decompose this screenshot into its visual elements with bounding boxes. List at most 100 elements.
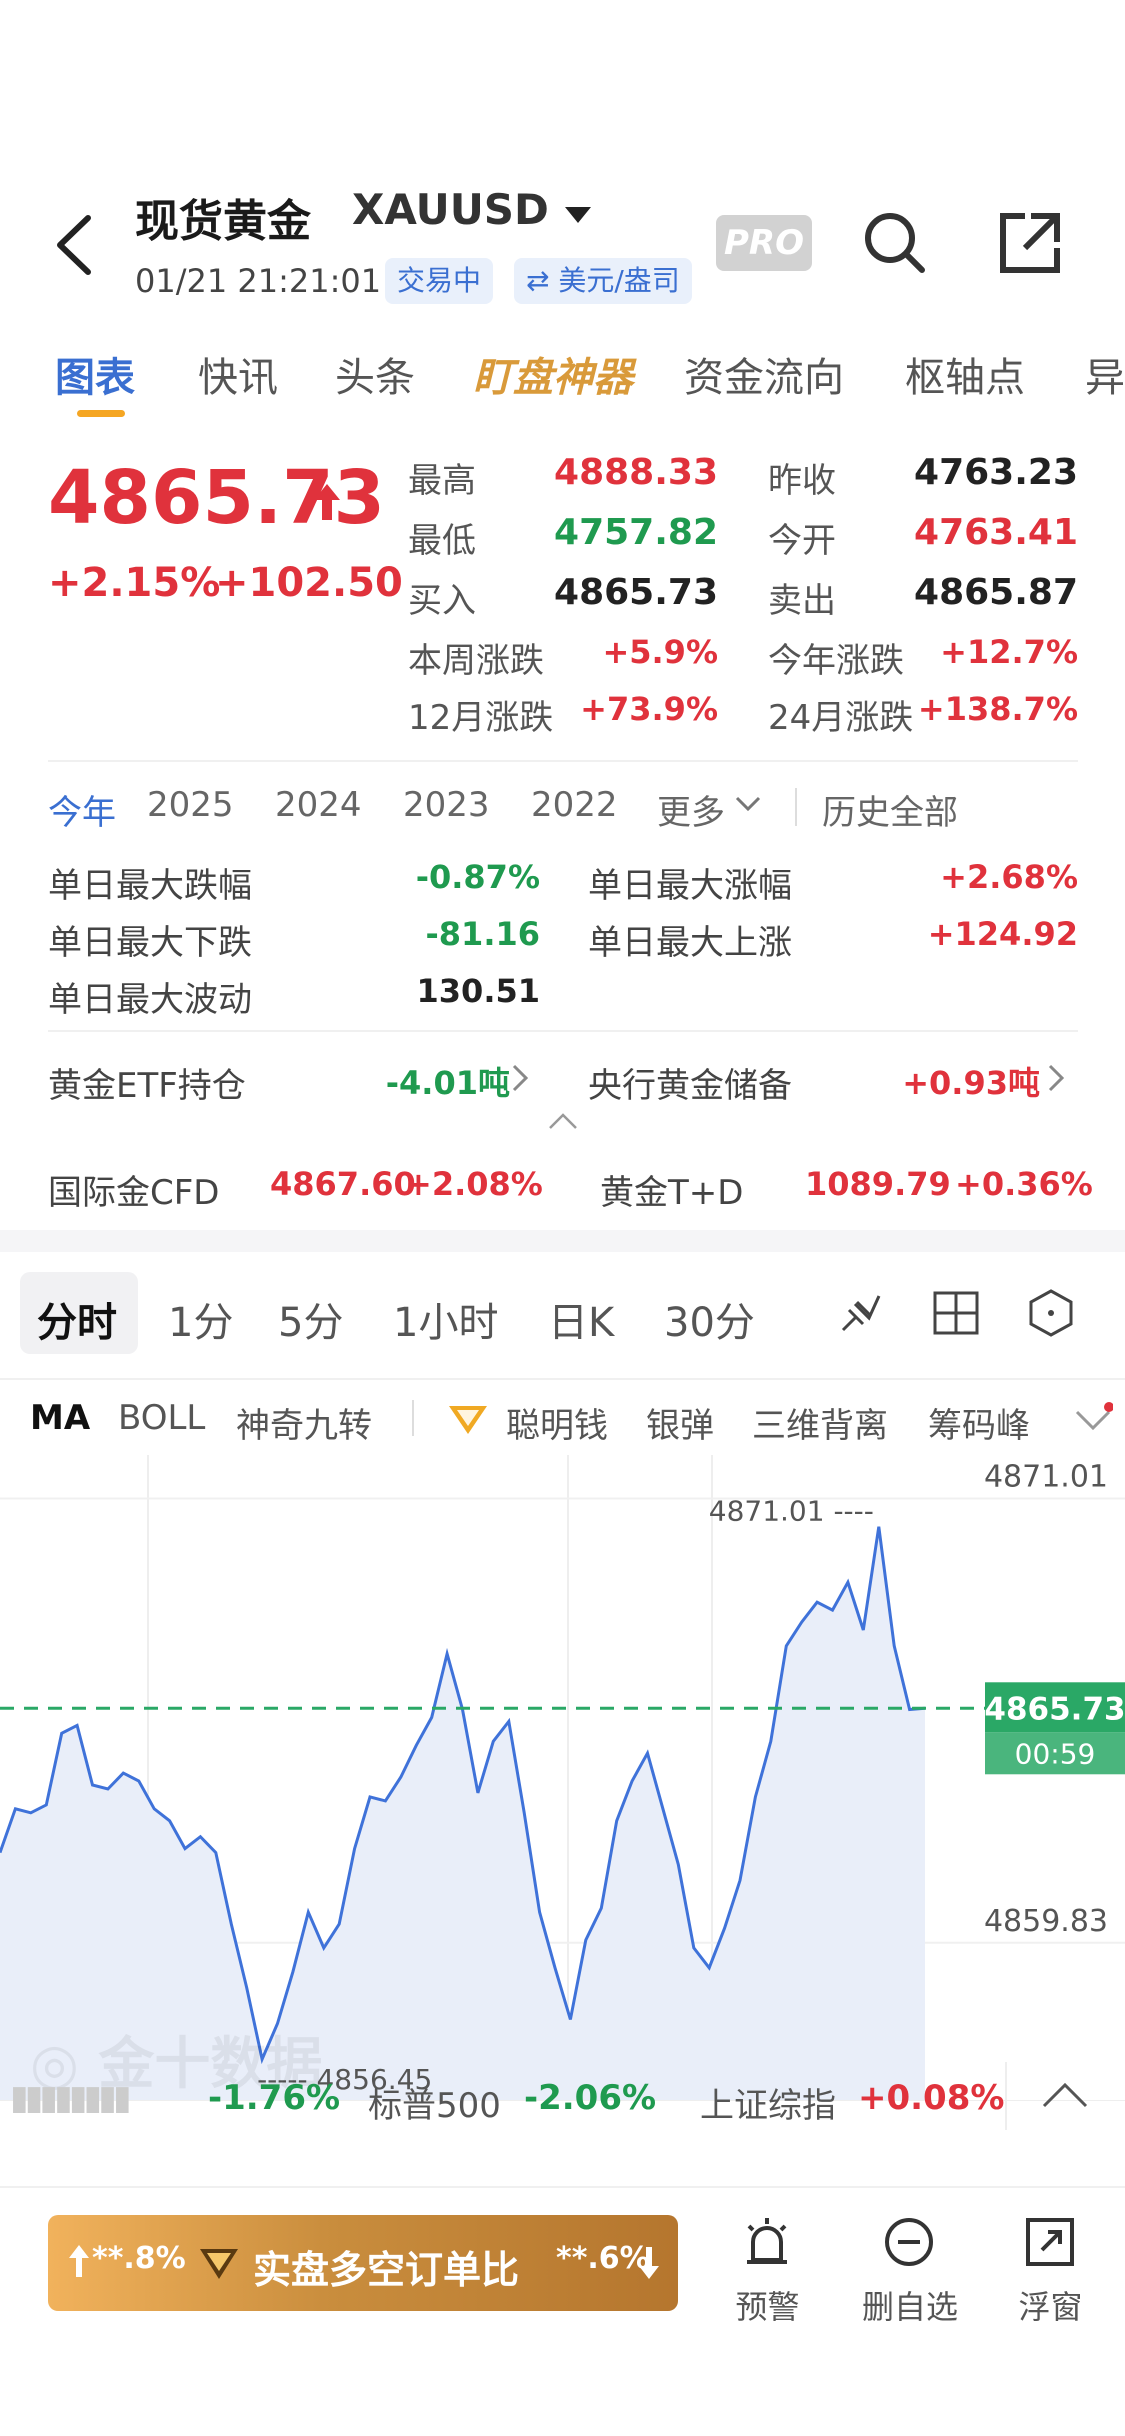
quote-datetime: 01/21 21:21:01	[135, 262, 382, 300]
week-change-value: +5.9%	[602, 633, 718, 671]
ticker-c-percent[interactable]: +0.08%	[858, 2078, 1004, 2118]
chart-tab-30min[interactable]: 30分	[664, 1290, 755, 1348]
price-area-fill	[0, 1526, 925, 2100]
alert-label[interactable]: 预警	[720, 2282, 815, 2328]
diamond-icon	[449, 1406, 487, 1434]
pro-badge[interactable]: PRO	[716, 215, 812, 271]
prev-close-label: 昨收	[768, 461, 836, 501]
max-drop-value: -81.16	[425, 915, 541, 953]
chart-tab-intraday[interactable]: 分时	[37, 1290, 117, 1348]
tab-chart[interactable]: 图表	[55, 345, 135, 403]
high-value: 4888.33	[554, 452, 718, 493]
last-price-label: 4865.73	[984, 1691, 1125, 1727]
down-arrow-icon	[639, 2247, 659, 2279]
y-tick-label: 4859.83	[984, 1904, 1108, 1939]
indicator-smart-money[interactable]: 聪明钱	[506, 1398, 608, 1447]
max-volatility-value: 130.51	[416, 972, 540, 1010]
td-label: 黄金T+D	[600, 1173, 744, 1213]
cb-reserve-value[interactable]: +0.93吨	[840, 1058, 1040, 1104]
chevron-down-icon[interactable]	[1073, 1402, 1113, 1438]
chevron-down-icon[interactable]	[735, 796, 761, 812]
ticker-b-percent[interactable]: -2.06%	[524, 2078, 656, 2118]
chevron-right-icon[interactable]	[512, 1064, 528, 1092]
divider	[795, 788, 797, 826]
search-icon[interactable]	[860, 208, 930, 278]
divider	[0, 2186, 1125, 2188]
change-percent: +2.15%	[48, 560, 221, 606]
low-label: 最低	[408, 521, 476, 561]
12m-change-value: +73.9%	[580, 690, 718, 728]
share-icon[interactable]	[995, 208, 1065, 278]
page-title: 现货黄金	[135, 196, 311, 247]
period-this-year[interactable]: 今年	[48, 785, 116, 834]
period-2024[interactable]: 2024	[275, 785, 362, 825]
ticker-a-label[interactable]: ▮▮▮▮▮▮▮▮	[10, 2078, 132, 2118]
ticker-b-label[interactable]: 标普500	[368, 2078, 501, 2127]
unit-switch-badge[interactable]: ⇄ 美元/盎司	[514, 258, 692, 304]
max-rise-pct-value: +2.68%	[940, 858, 1078, 896]
period-all-history[interactable]: 历史全部	[822, 785, 958, 834]
collapse-chevron-icon[interactable]	[548, 1112, 578, 1130]
tab-fund-flow[interactable]: 资金流向	[684, 345, 844, 403]
draw-tool-icon[interactable]	[835, 1288, 885, 1338]
etf-holding-value[interactable]: -4.01吨	[300, 1058, 510, 1104]
chart-tab-1min[interactable]: 1分	[168, 1290, 233, 1348]
max-price-marker: 4871.01 ----	[709, 1495, 874, 1528]
short-ratio: **.6%	[556, 2241, 650, 2276]
settings-hexagon-icon[interactable]	[1028, 1288, 1074, 1338]
chevron-up-icon[interactable]	[1040, 2080, 1090, 2110]
open-value: 4763.41	[914, 512, 1078, 553]
cfd-price: 4867.60	[270, 1165, 416, 1203]
float-window-label[interactable]: 浮窗	[1003, 2282, 1098, 2328]
ticker-c-label[interactable]: 上证综指	[700, 2078, 836, 2127]
tab-headlines[interactable]: 头条	[335, 345, 415, 403]
indicator-ma[interactable]: MA	[30, 1398, 90, 1438]
ytd-change-label: 今年涨跌	[768, 641, 904, 681]
tab-more[interactable]: 异	[1085, 345, 1125, 403]
indicator-boll[interactable]: BOLL	[118, 1398, 205, 1438]
tab-news-flash[interactable]: 快讯	[198, 345, 278, 403]
remove-watchlist-label[interactable]: 删自选	[855, 2282, 965, 2328]
indicator-3d-divergence[interactable]: 三维背离	[752, 1398, 888, 1447]
long-short-ratio-banner[interactable]: **.8% 实盘多空订单比 **.6%	[48, 2215, 678, 2311]
ticker-a-percent[interactable]: -1.76%	[208, 2078, 340, 2118]
change-value: +102.50	[215, 560, 403, 606]
tab-active-indicator	[77, 410, 125, 417]
indicator-chip-peak[interactable]: 筹码峰	[928, 1398, 1030, 1447]
divider	[412, 1400, 414, 1436]
bid-value: 4865.73	[554, 572, 718, 613]
symbol-selector[interactable]: XAUUSD	[352, 185, 549, 234]
period-2023[interactable]: 2023	[403, 785, 490, 825]
indicator-magic-nine[interactable]: 神奇九转	[236, 1398, 372, 1447]
status-badge: 交易中	[385, 258, 494, 304]
intraday-price-chart[interactable]: 4871.014859.834871.01 --------- 4856.454…	[0, 1455, 1125, 2100]
section-gap	[0, 1230, 1125, 1252]
banner-title: 实盘多空订单比	[253, 2248, 520, 2292]
ask-label: 卖出	[768, 581, 836, 621]
chart-tab-5min[interactable]: 5分	[278, 1290, 343, 1348]
tab-monitor-tool[interactable]: 盯盘神器	[473, 345, 633, 403]
period-2025[interactable]: 2025	[147, 785, 234, 825]
float-window-icon[interactable]	[1020, 2212, 1080, 2272]
grid-layout-icon[interactable]	[932, 1290, 980, 1336]
chevron-down-icon[interactable]	[565, 207, 591, 225]
td-percent: +0.36%	[955, 1165, 1093, 1203]
alert-bell-icon[interactable]	[737, 2212, 797, 2272]
cb-reserve-label[interactable]: 央行黄金储备	[588, 1058, 792, 1107]
max-rise-value: +124.92	[927, 915, 1078, 953]
chart-tab-daily-k[interactable]: 日K	[548, 1290, 614, 1348]
tab-pivot-points[interactable]: 枢轴点	[905, 345, 1025, 403]
remove-watchlist-icon[interactable]	[879, 2212, 939, 2272]
low-value: 4757.82	[554, 512, 718, 553]
long-ratio: **.8%	[92, 2241, 186, 2276]
period-more[interactable]: 更多	[657, 785, 725, 834]
period-2022[interactable]: 2022	[531, 785, 618, 825]
indicator-silver-bullet[interactable]: 银弹	[646, 1398, 714, 1447]
back-arrow-icon[interactable]	[50, 210, 100, 280]
divider	[48, 1030, 1078, 1032]
etf-holding-label[interactable]: 黄金ETF持仓	[48, 1058, 246, 1107]
ask-value: 4865.87	[914, 572, 1078, 613]
diamond-icon	[200, 2249, 238, 2279]
chevron-right-icon[interactable]	[1048, 1064, 1064, 1092]
chart-tab-1hour[interactable]: 1小时	[393, 1290, 498, 1348]
